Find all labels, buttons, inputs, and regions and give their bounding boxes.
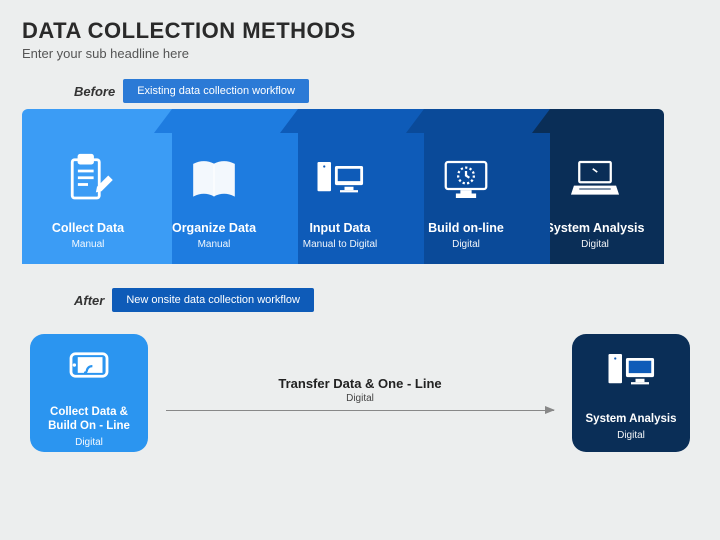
after-header: After New onsite data collection workflo… bbox=[74, 288, 698, 312]
card-sub: Manual bbox=[72, 239, 105, 250]
before-header: Before Existing data collection workflow bbox=[74, 79, 698, 103]
after-right-card: System Analysis Digital bbox=[572, 334, 690, 452]
transfer-arrow: Transfer Data & One - Line Digital bbox=[166, 376, 554, 411]
desktop-icon bbox=[313, 153, 367, 207]
after-right-sub: Digital bbox=[617, 430, 645, 441]
card-sub: Digital bbox=[581, 239, 609, 250]
laptop-icon bbox=[568, 153, 622, 207]
before-card-0: Collect Data Manual bbox=[22, 109, 154, 264]
card-title: System Analysis bbox=[546, 221, 645, 236]
after-left-sub: Digital bbox=[75, 437, 103, 448]
card-title: Organize Data bbox=[172, 221, 256, 236]
page-subtitle: Enter your sub headline here bbox=[22, 46, 698, 61]
phone-icon bbox=[62, 338, 116, 392]
desktop-icon bbox=[604, 345, 658, 399]
after-right-title: System Analysis bbox=[586, 413, 677, 427]
before-pill: Existing data collection workflow bbox=[123, 79, 309, 103]
page-title: DATA COLLECTION METHODS bbox=[22, 18, 698, 44]
after-row: Collect Data & Build On - Line Digital T… bbox=[22, 334, 698, 452]
after-label: After bbox=[74, 293, 104, 308]
arrow-title: Transfer Data & One - Line bbox=[278, 376, 441, 391]
after-left-card: Collect Data & Build On - Line Digital bbox=[30, 334, 148, 452]
card-sub: Manual to Digital bbox=[303, 239, 377, 250]
clipboard-icon bbox=[61, 153, 115, 207]
after-left-title: Collect Data & Build On - Line bbox=[38, 406, 140, 434]
card-title: Input Data bbox=[309, 221, 370, 236]
card-sub: Manual bbox=[198, 239, 231, 250]
after-pill: New onsite data collection workflow bbox=[112, 288, 314, 312]
arrow-line-icon bbox=[166, 410, 554, 411]
before-cards: Collect Data Manual Organize Data Manual Inp… bbox=[22, 109, 698, 264]
arrow-sub: Digital bbox=[346, 393, 374, 404]
before-label: Before bbox=[74, 84, 115, 99]
card-sub: Digital bbox=[452, 239, 480, 250]
card-title: Build on-line bbox=[428, 221, 504, 236]
card-title: Collect Data bbox=[52, 221, 124, 236]
monitor-icon bbox=[439, 153, 493, 207]
book-icon bbox=[187, 153, 241, 207]
